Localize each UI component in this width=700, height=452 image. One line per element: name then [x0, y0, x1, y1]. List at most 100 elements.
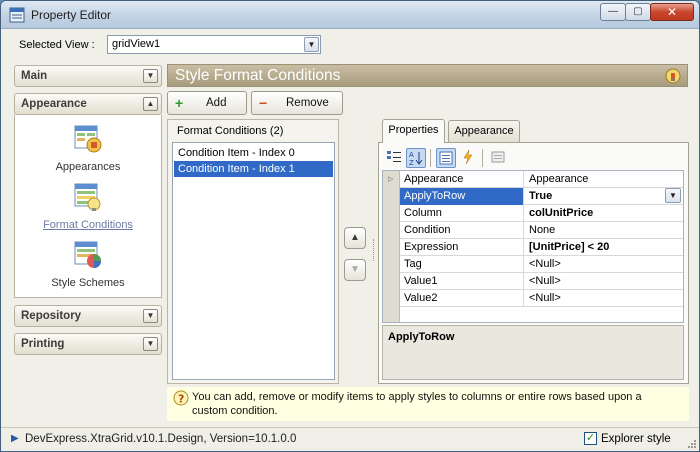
explorer-style-checkbox[interactable]: ✓	[584, 432, 597, 445]
hint-panel: ? You can add, remove or modify items to…	[167, 387, 689, 421]
nav-group-label: Printing	[21, 338, 65, 350]
style-schemes-icon	[74, 241, 101, 268]
properties-panel: AZ ▷ Appearance Appearance ApplyToRow Tr…	[378, 142, 689, 384]
bulb-icon	[665, 68, 681, 84]
table-row[interactable]: Condition None	[400, 222, 683, 239]
chevron-down-icon[interactable]: ▼	[143, 309, 158, 323]
property-name: Value2	[400, 290, 524, 307]
play-icon: ▶	[11, 433, 19, 444]
table-row[interactable]: Column colUnitPrice	[400, 205, 683, 222]
resize-grip-icon[interactable]	[687, 439, 697, 449]
table-row[interactable]: Expression [UnitPrice] < 20	[400, 239, 683, 256]
property-editor-window: Property Editor — ▢ ✕ Selected View : gr…	[0, 0, 700, 452]
chevron-down-icon[interactable]: ▼	[304, 37, 319, 52]
chevron-down-icon[interactable]: ▼	[665, 188, 681, 203]
property-grid[interactable]: ▷ Appearance Appearance ApplyToRow True …	[382, 170, 684, 323]
svg-text:A: A	[409, 151, 414, 159]
list-item[interactable]: Condition Item - Index 0	[174, 145, 333, 161]
splitter-handle[interactable]	[373, 239, 376, 261]
property-value[interactable]: <Null>	[524, 256, 683, 273]
nav-group-label: Repository	[21, 310, 82, 322]
maximize-button[interactable]: ▢	[625, 3, 651, 21]
table-row[interactable]: Value1 <Null>	[400, 273, 683, 290]
remove-button-label: Remove	[286, 97, 329, 109]
toolbar-separator	[482, 149, 483, 167]
add-button-label: Add	[206, 97, 227, 109]
move-up-button[interactable]: ▲	[344, 227, 366, 249]
property-name: ApplyToRow	[400, 188, 524, 205]
property-name: Expression	[400, 239, 524, 256]
app-icon	[9, 7, 25, 23]
property-grid-toolbar: AZ	[382, 146, 684, 170]
close-button[interactable]: ✕	[650, 3, 694, 21]
property-value[interactable]: colUnitPrice	[524, 205, 683, 222]
property-value[interactable]: <Null>	[524, 273, 683, 290]
appearances-icon	[74, 125, 102, 153]
nav-item-appearances[interactable]: Appearances	[15, 123, 161, 173]
selected-view-label: Selected View :	[19, 39, 95, 51]
sort-alphabetical-icon[interactable]: AZ	[406, 148, 426, 168]
property-value[interactable]: <Null>	[524, 290, 683, 307]
plus-icon: +	[175, 95, 184, 111]
table-row[interactable]: Value2 <Null>	[400, 290, 683, 307]
property-grid-gutter: ▷	[383, 171, 400, 322]
title-bar[interactable]: Property Editor — ▢ ✕	[1, 1, 699, 29]
nav-item-style-schemes[interactable]: Style Schemes	[15, 239, 161, 289]
property-name: Column	[400, 205, 524, 222]
property-description: ApplyToRow	[382, 325, 684, 380]
tab-properties[interactable]: Properties	[382, 119, 445, 143]
chevron-down-icon[interactable]: ▼	[143, 69, 158, 83]
table-row[interactable]: Appearance Appearance	[400, 171, 683, 188]
toolbar-separator	[430, 149, 431, 167]
property-name: Condition	[400, 222, 524, 239]
table-row[interactable]: ApplyToRow True ▼	[400, 188, 683, 205]
nav-item-label: Style Schemes	[51, 277, 125, 289]
chevron-up-icon[interactable]: ▲	[143, 97, 158, 111]
page-title: Style Format Conditions	[175, 67, 341, 84]
property-pages-icon[interactable]	[488, 148, 508, 168]
property-value[interactable]: None	[524, 222, 683, 239]
events-lightning-icon[interactable]	[458, 148, 478, 168]
format-conditions-list[interactable]: Condition Item - Index 0 Condition Item …	[172, 142, 335, 380]
minus-icon: −	[259, 95, 268, 111]
chevron-down-icon[interactable]: ▼	[143, 337, 158, 351]
hint-text: You can add, remove or modify items to a…	[192, 391, 642, 417]
svg-text:Z: Z	[409, 159, 414, 166]
nav-group-printing[interactable]: Printing ▼	[14, 333, 162, 355]
property-value[interactable]: True	[524, 188, 683, 205]
add-button[interactable]: + Add	[167, 91, 247, 115]
chevron-down-icon: ▼	[350, 264, 360, 275]
minimize-button[interactable]: —	[600, 3, 626, 21]
nav-item-format-conditions[interactable]: Format Conditions	[15, 181, 161, 231]
nav-group-main[interactable]: Main ▼	[14, 65, 162, 87]
chevron-up-icon: ▲	[350, 232, 360, 243]
categorized-icon[interactable]	[384, 148, 404, 168]
explorer-style-label[interactable]: Explorer style	[601, 433, 671, 445]
move-down-button[interactable]: ▼	[344, 259, 366, 281]
nav-group-repository[interactable]: Repository ▼	[14, 305, 162, 327]
selected-view-combo[interactable]: gridView1 ▼	[107, 35, 321, 54]
property-name: Tag	[400, 256, 524, 273]
tab-appearance[interactable]: Appearance	[448, 120, 520, 142]
selected-view-value: gridView1	[112, 38, 161, 50]
format-conditions-title: Format Conditions (2)	[177, 125, 284, 137]
checkmark-icon: ✓	[585, 432, 596, 444]
remove-button[interactable]: − Remove	[251, 91, 343, 115]
properties-view-icon[interactable]	[436, 148, 456, 168]
nav-group-label: Main	[21, 70, 48, 82]
format-conditions-icon	[74, 183, 101, 211]
list-item[interactable]: Condition Item - Index 1	[174, 161, 333, 177]
format-conditions-group: Format Conditions (2) Condition Item - I…	[167, 119, 339, 384]
help-icon: ?	[173, 390, 189, 406]
property-name: Appearance	[400, 171, 524, 188]
nav-group-appearance[interactable]: Appearance ▲	[14, 93, 162, 115]
table-row[interactable]: Tag <Null>	[400, 256, 683, 273]
nav-group-label: Appearance	[21, 98, 87, 110]
property-value[interactable]: [UnitPrice] < 20	[524, 239, 683, 256]
property-value[interactable]: Appearance	[524, 171, 683, 188]
nav-item-label: Appearances	[55, 161, 121, 173]
status-text: DevExpress.XtraGrid.v10.1.Design, Versio…	[25, 433, 297, 445]
nav-item-label: Format Conditions	[43, 219, 133, 231]
expand-icon[interactable]: ▷	[388, 175, 393, 183]
property-description-title: ApplyToRow	[388, 331, 455, 343]
